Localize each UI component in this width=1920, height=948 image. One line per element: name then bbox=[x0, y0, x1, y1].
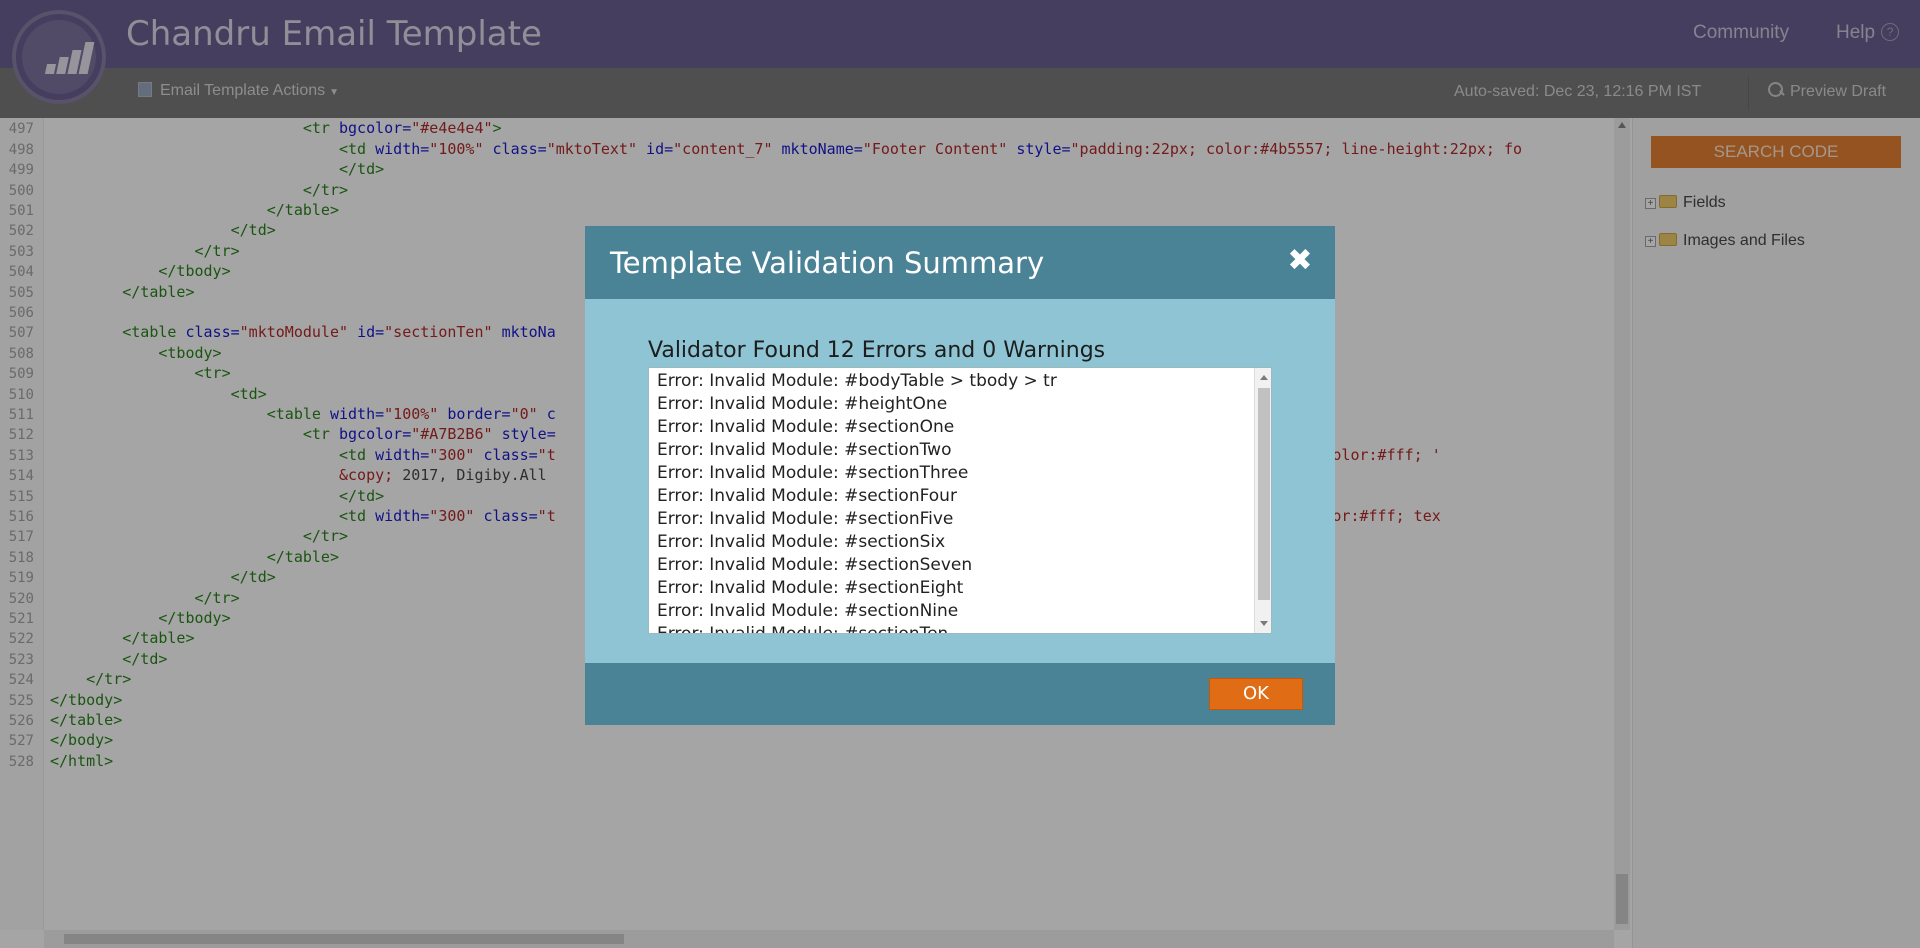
error-item: Error: Invalid Module: #sectionSix bbox=[657, 532, 946, 552]
error-item: Error: Invalid Module: #sectionTwo bbox=[657, 440, 952, 460]
error-list[interactable]: Error: Invalid Module: #bodyTable > tbod… bbox=[648, 367, 1272, 634]
validation-summary: Validator Found 12 Errors and 0 Warnings bbox=[648, 338, 1106, 363]
error-item: Error: Invalid Module: #sectionThree bbox=[657, 463, 969, 483]
error-item: Error: Invalid Module: #sectionTen bbox=[657, 624, 949, 634]
error-item: Error: Invalid Module: #sectionNine bbox=[657, 601, 959, 621]
error-list-scrollbar[interactable] bbox=[1254, 368, 1271, 633]
dialog-header: Template Validation Summary ✖ bbox=[585, 226, 1335, 299]
dialog-title: Template Validation Summary bbox=[610, 246, 1045, 280]
error-item: Error: Invalid Module: #sectionOne bbox=[657, 417, 955, 437]
ok-button[interactable]: OK bbox=[1209, 678, 1303, 710]
scroll-down-arrow-icon[interactable] bbox=[1260, 621, 1268, 626]
error-item: Error: Invalid Module: #sectionSeven bbox=[657, 555, 973, 575]
error-item: Error: Invalid Module: #sectionEight bbox=[657, 578, 964, 598]
error-item: Error: Invalid Module: #heightOne bbox=[657, 394, 948, 414]
error-list-scroll-thumb[interactable] bbox=[1258, 388, 1270, 600]
dialog-footer: OK bbox=[585, 663, 1335, 725]
template-validation-dialog: Template Validation Summary ✖ Validator … bbox=[585, 226, 1335, 725]
error-item: Error: Invalid Module: #sectionFour bbox=[657, 486, 957, 506]
scroll-up-arrow-icon[interactable] bbox=[1260, 375, 1268, 380]
error-item: Error: Invalid Module: #sectionFive bbox=[657, 509, 954, 529]
error-item: Error: Invalid Module: #bodyTable > tbod… bbox=[657, 371, 1057, 391]
close-icon[interactable]: ✖ bbox=[1285, 246, 1315, 276]
